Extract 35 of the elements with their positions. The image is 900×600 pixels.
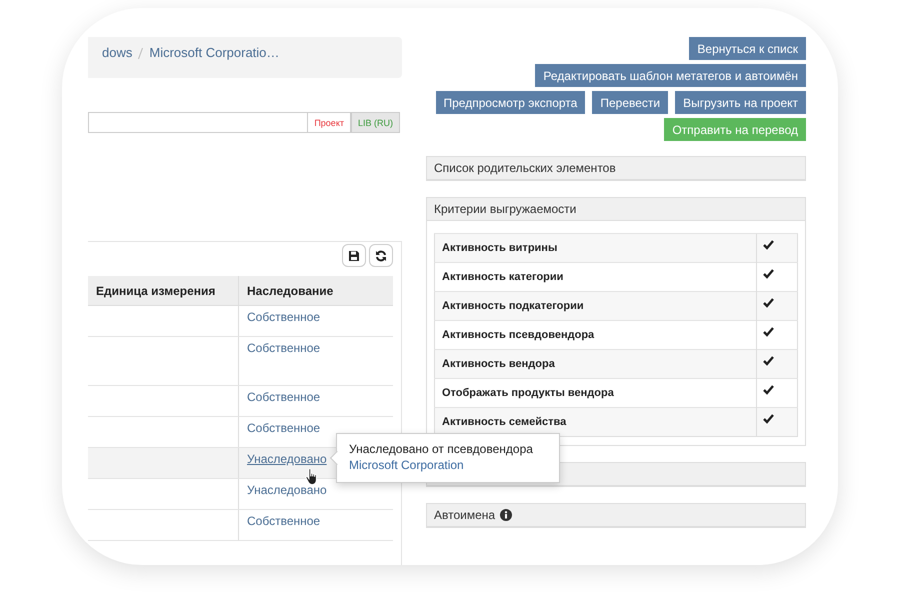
refresh-button[interactable] [369, 244, 393, 267]
breadcrumb-link[interactable]: dows [102, 45, 132, 60]
criterion-label: Активность вендора [434, 350, 756, 378]
inheritance-link[interactable]: Собственное [247, 514, 320, 528]
refresh-icon [375, 250, 387, 262]
panel-header[interactable]: Автоимена [427, 504, 805, 527]
panel-title: Список родительских элементов [434, 161, 616, 175]
column-header: Наследование [238, 276, 393, 306]
save-button[interactable] [342, 244, 366, 267]
inheritance-link[interactable]: Собственное [247, 390, 320, 404]
panel-title: Автоимена [434, 508, 496, 522]
tooltip-link[interactable]: Microsoft Corporation [349, 458, 547, 472]
language-tab[interactable]: Проект [307, 112, 351, 133]
criterion-label: Активность семейства [434, 408, 756, 436]
panel-title: Критерии выгружаемости [434, 202, 576, 216]
column-header: Единица измерения [88, 276, 238, 306]
tooltip-text: Унаследовано от псевдовендора [349, 442, 534, 456]
inheritance-link[interactable]: Унаследовано [247, 483, 327, 497]
panel-header[interactable]: Критерии выгружаемости [427, 198, 805, 221]
language-tab[interactable]: LIB (RU) [350, 112, 400, 133]
inheritance-link[interactable]: Собственное [247, 341, 320, 355]
action-button[interactable]: Вернуться к списк [689, 37, 806, 60]
inheritance-link[interactable]: Собственное [247, 310, 320, 324]
action-button[interactable]: Редактировать шаблон метатегов и автоимён [535, 64, 806, 87]
save-icon [348, 250, 360, 262]
text-input[interactable] [88, 112, 308, 133]
action-button[interactable]: Перевести [592, 91, 668, 114]
inheritance-link[interactable]: Собственное [247, 421, 320, 435]
action-button[interactable]: Выгрузить на проект [675, 91, 806, 114]
action-button[interactable]: Отправить на перевод [664, 118, 806, 141]
panel-header[interactable]: Список родительских элементов [427, 157, 805, 180]
breadcrumb-link[interactable]: Microsoft Corporatio… [149, 45, 280, 60]
action-button[interactable]: Предпросмотр экспорта [436, 91, 586, 114]
criterion-label: Активность витрины [434, 234, 756, 262]
criterion-label: Активность подкатегории [434, 292, 756, 320]
